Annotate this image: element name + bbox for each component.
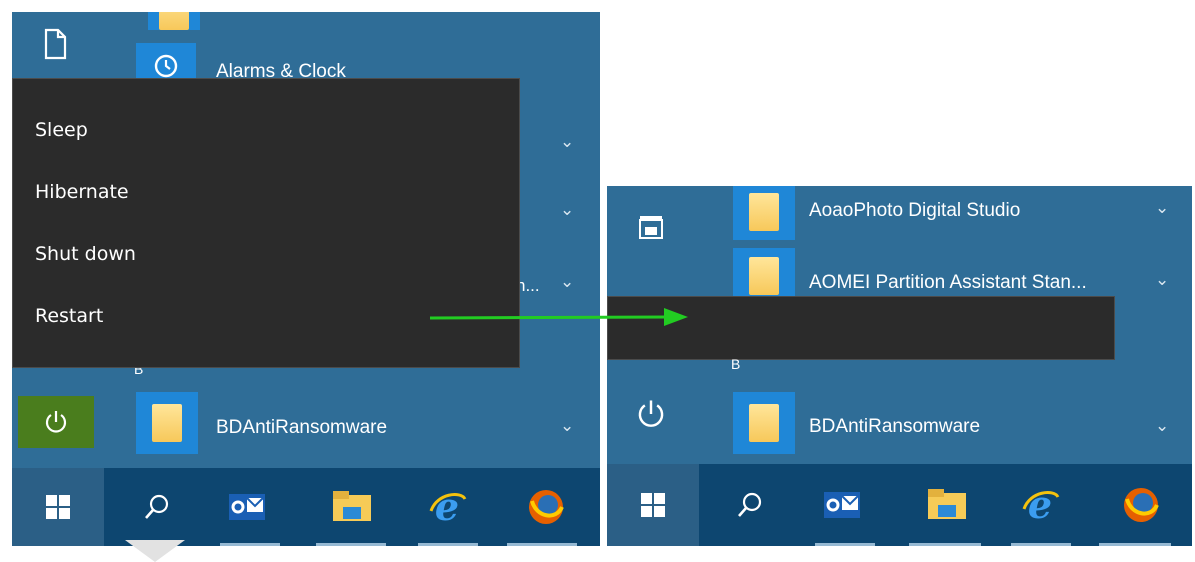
green-arrow xyxy=(429,308,688,326)
